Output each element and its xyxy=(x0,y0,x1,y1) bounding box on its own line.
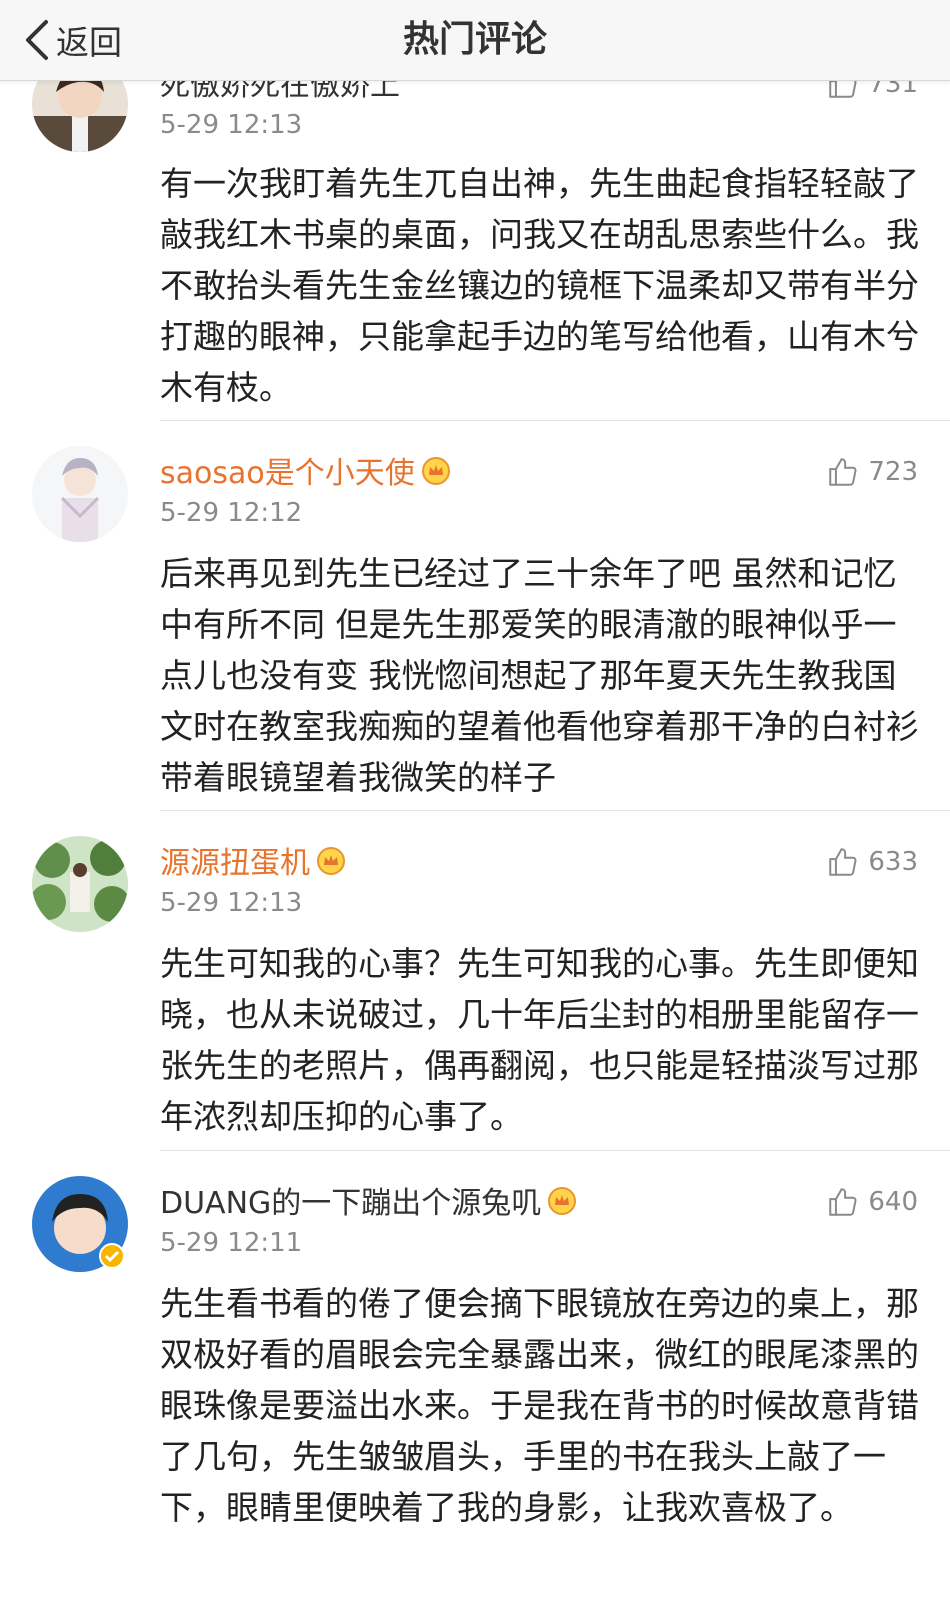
comment-username[interactable]: saosao是个小天使 xyxy=(160,454,451,494)
comment-text: 先生看书看的倦了便会摘下眼镜放在旁边的桌上，那双极好看的眉眼会完全暴露出来，微红… xyxy=(160,1284,919,1527)
crown-badge-icon xyxy=(317,847,345,875)
page-title: 热门评论 xyxy=(402,19,547,60)
avatar[interactable] xyxy=(32,446,128,542)
crown-badge-icon xyxy=(421,457,450,485)
like-count: 633 xyxy=(868,847,918,877)
comment-username[interactable]: 源源扭蛋机 xyxy=(160,844,346,884)
comment-time: 5-29 12:13 xyxy=(160,888,303,918)
thumbs-up-icon xyxy=(829,458,857,486)
like-count: 723 xyxy=(868,457,918,487)
thumbs-up-icon xyxy=(829,848,857,876)
avatar[interactable] xyxy=(32,836,128,932)
like-button[interactable]: 633 xyxy=(826,842,918,882)
comment-username[interactable]: DUANG的一下蹦出个源兔叽 xyxy=(160,1184,577,1224)
comment-time: 5-29 12:12 xyxy=(160,498,303,528)
comment-feed[interactable]: 死傲娇死在傲娇上 731 5-29 12:13 有一次我盯着先生兀自出神，先生曲… xyxy=(0,0,950,1624)
like-button[interactable]: 723 xyxy=(826,452,918,492)
divider xyxy=(160,810,950,811)
comment-text: 先生可知我的心事？先生可知我的心事。先生即便知晓，也从未说破过，几十年后尘封的相… xyxy=(160,944,919,1136)
comment-time: 5-29 12:13 xyxy=(160,110,303,140)
nav-bar: 返回 热门评论 xyxy=(0,0,950,81)
thumbs-up-icon xyxy=(829,1188,857,1216)
like-count: 640 xyxy=(868,1187,918,1217)
verified-badge-icon xyxy=(99,1243,125,1269)
divider xyxy=(160,1150,950,1151)
divider xyxy=(160,420,950,421)
crown-badge-icon xyxy=(548,1187,577,1215)
comment-text: 后来再见到先生已经过了三十余年了吧 虽然和记忆中有所不同 但是先生那爱笑的眼清澈… xyxy=(160,554,919,797)
like-button[interactable]: 640 xyxy=(826,1182,918,1222)
comment-text: 有一次我盯着先生兀自出神，先生曲起食指轻轻敲了敲我红木书桌的桌面，问我又在胡乱思… xyxy=(160,164,919,407)
comment-time: 5-29 12:11 xyxy=(160,1228,303,1258)
